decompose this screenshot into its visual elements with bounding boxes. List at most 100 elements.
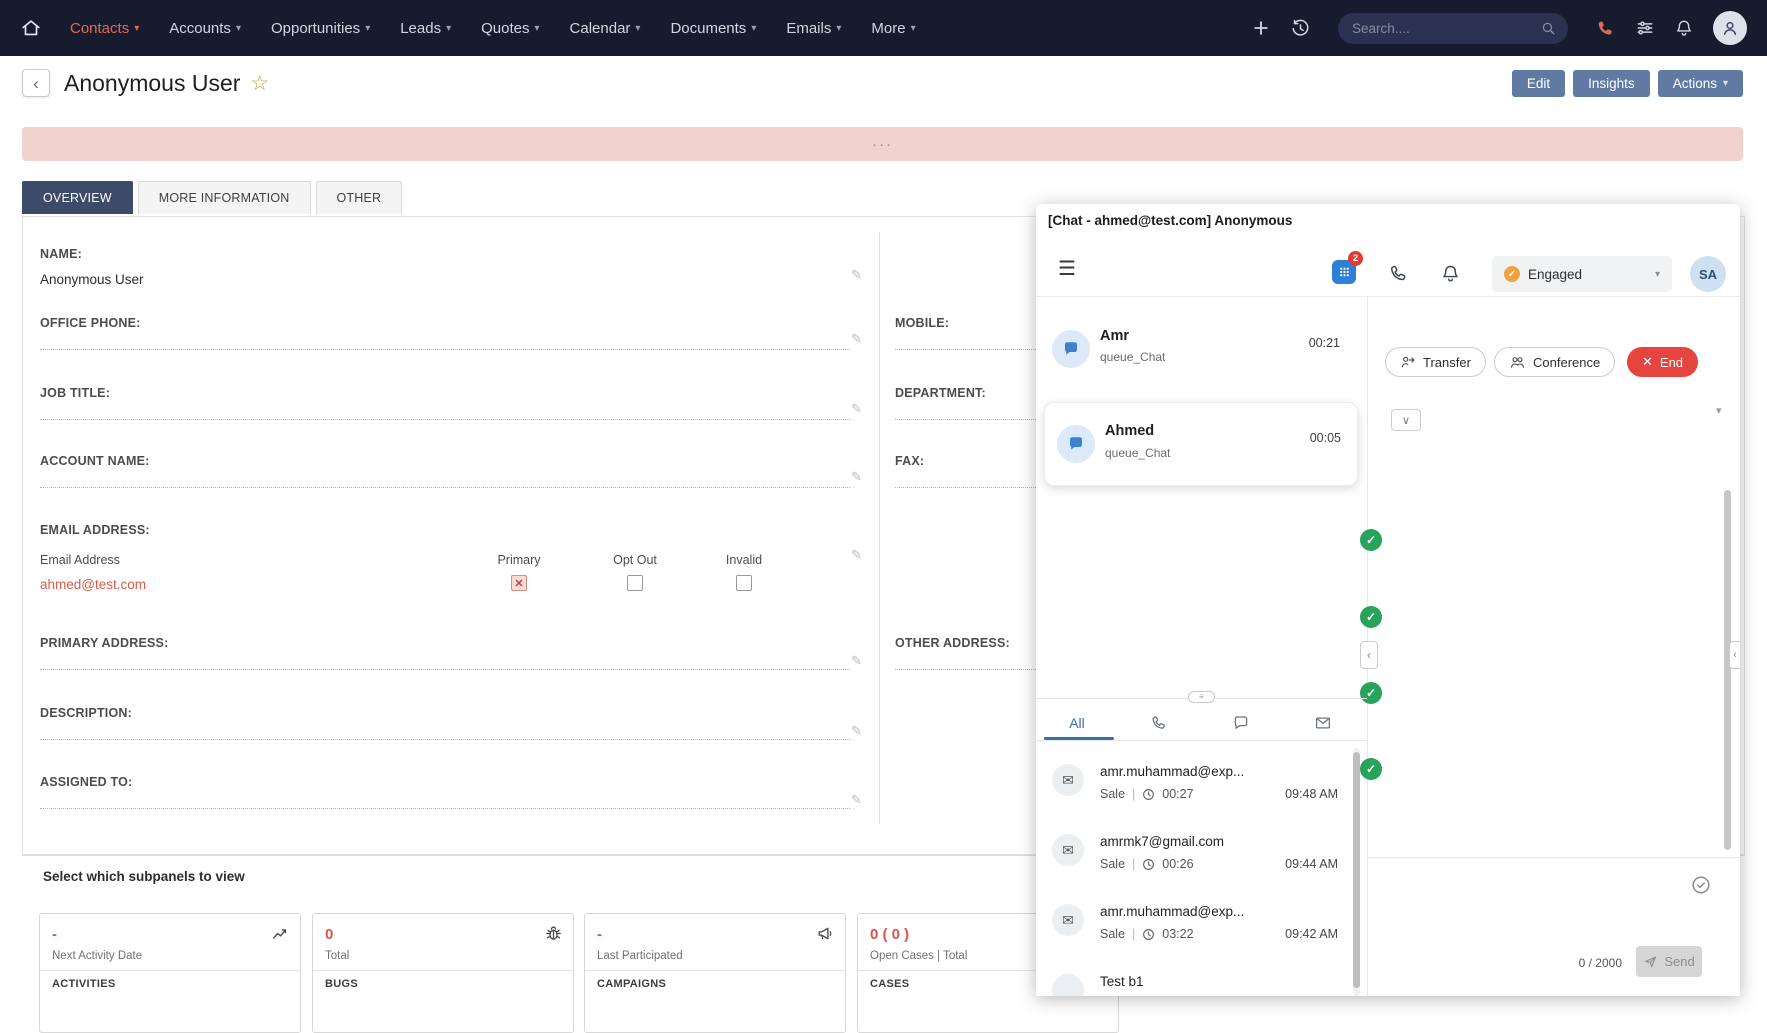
check-glyph: ✓ (1366, 610, 1376, 624)
user-avatar[interactable] (1713, 11, 1747, 45)
collapse-left-handle[interactable]: ‹ (1360, 641, 1378, 669)
transcript-scrollbar[interactable] (1724, 490, 1731, 850)
phone-icon[interactable] (1388, 263, 1409, 284)
back-chevron-icon: ‹ (33, 75, 39, 92)
chevron-down-icon: ▾ (236, 23, 241, 34)
actions-button[interactable]: Actions▾ (1658, 70, 1743, 97)
pencil-icon[interactable]: ✎ (851, 547, 862, 563)
subpanel-card-activities[interactable]: - Next Activity Date ACTIVITIES (39, 913, 301, 1033)
collapse-right-handle[interactable]: ‹ (1729, 641, 1740, 669)
favorite-star-icon[interactable]: ☆ (250, 71, 269, 96)
nav-right-cluster (1251, 11, 1747, 45)
tab-emails[interactable] (1282, 706, 1364, 740)
conference-button[interactable]: Conference (1494, 347, 1615, 377)
subpanel-card-campaigns[interactable]: - Last Participated CAMPAIGNS (584, 913, 846, 1033)
edit-button[interactable]: Edit (1512, 70, 1565, 97)
primary-email-checkbox[interactable]: ✕ (511, 575, 527, 591)
pencil-icon[interactable]: ✎ (851, 267, 862, 283)
field-label-primary-address: PRIMARY ADDRESS: (40, 636, 168, 650)
tab-chats[interactable] (1200, 706, 1282, 740)
tab-more-information[interactable]: MORE INFORMATION (138, 181, 311, 214)
chat-session-amr[interactable]: Amr queue_Chat 00:21 (1036, 310, 1366, 388)
chat-session-ahmed[interactable]: Ahmed queue_Chat 00:05 (1044, 402, 1358, 486)
message-delivered-icon: ✓ (1360, 606, 1382, 628)
resize-drag-handle[interactable]: ≡ (1188, 691, 1215, 703)
bell-icon[interactable] (1674, 18, 1694, 38)
nav-item-calendar[interactable]: Calendar▾ (570, 20, 641, 37)
agent-avatar[interactable]: SA (1690, 256, 1726, 292)
session-queue: queue_Chat (1100, 350, 1165, 364)
clock-icon (1142, 788, 1155, 801)
field-line (40, 808, 850, 809)
tab-other[interactable]: OTHER (316, 181, 403, 214)
end-button[interactable]: ✕ End (1627, 347, 1698, 377)
chevron-down-icon: ∨ (1402, 414, 1410, 427)
nav-item-contacts[interactable]: Contacts▾ (70, 20, 139, 37)
nav-item-documents[interactable]: Documents▾ (670, 20, 756, 37)
home-icon[interactable] (20, 17, 42, 39)
collapse-chevron-button[interactable]: ∨ (1391, 409, 1421, 431)
list-scrollbar[interactable] (1353, 752, 1360, 988)
clock-icon (1142, 858, 1155, 871)
envelope-icon: ✉ (1052, 834, 1084, 866)
mail-icon (1314, 714, 1332, 732)
composer-divider (1367, 857, 1740, 858)
nav-item-leads[interactable]: Leads▾ (400, 20, 451, 37)
field-label-office-phone: OFFICE PHONE: (40, 316, 141, 330)
interaction-contact: amr.muhammad@exp... (1100, 904, 1244, 919)
nav-item-opportunities[interactable]: Opportunities▾ (271, 20, 370, 37)
interaction-list-item[interactable]: Test b1 (1036, 964, 1352, 996)
invalid-checkbox[interactable] (736, 575, 752, 591)
field-label-department: DEPARTMENT: (895, 386, 986, 400)
tab-calls[interactable] (1118, 706, 1200, 740)
nav-item-accounts[interactable]: Accounts▾ (169, 20, 241, 37)
opt-out-checkbox[interactable] (627, 575, 643, 591)
pencil-icon[interactable]: ✎ (851, 469, 862, 485)
card-divider (313, 970, 573, 971)
scroll-caret-icon: ▾ (1716, 404, 1722, 417)
back-button[interactable]: ‹ (22, 69, 50, 97)
quick-create-plus-icon[interactable] (1251, 18, 1271, 38)
interaction-list-item[interactable]: ✉ amr.muhammad@exp... Sale | 00:27 09:48… (1036, 754, 1352, 824)
pencil-icon[interactable]: ✎ (851, 723, 862, 739)
phone-icon[interactable] (1595, 18, 1616, 39)
send-button[interactable]: Send (1636, 946, 1702, 977)
resolve-check-circle-icon[interactable] (1690, 874, 1712, 896)
envelope-glyph: ✉ (1062, 772, 1074, 789)
interaction-duration: 00:26 (1162, 857, 1193, 871)
nav-item-emails[interactable]: Emails▾ (786, 20, 841, 37)
transfer-button[interactable]: Transfer (1385, 347, 1486, 377)
nav-item-more[interactable]: More▾ (871, 20, 915, 37)
hamburger-menu-icon[interactable]: ☰ (1058, 256, 1076, 281)
conference-label: Conference (1533, 355, 1600, 370)
sliders-icon[interactable] (1635, 18, 1655, 38)
global-search (1338, 13, 1568, 44)
bell-icon[interactable] (1440, 263, 1461, 284)
pencil-icon[interactable]: ✎ (851, 653, 862, 669)
search-icon[interactable] (1540, 20, 1557, 37)
pencil-icon[interactable]: ✎ (851, 401, 862, 417)
tab-overview[interactable]: OVERVIEW (22, 181, 133, 214)
field-line (40, 419, 850, 420)
interaction-list-item[interactable]: ✉ amr.muhammad@exp... Sale | 03:22 09:42… (1036, 894, 1352, 964)
interaction-meta: Sale | 00:26 (1100, 857, 1194, 871)
chevron-down-icon: ▾ (751, 23, 756, 34)
subpanel-card-bugs[interactable]: 0 Total BUGS (312, 913, 574, 1033)
chat-bubble-icon (1052, 330, 1090, 368)
pencil-icon[interactable]: ✎ (851, 792, 862, 808)
chevron-down-icon: ▾ (1723, 78, 1728, 89)
envelope-glyph: ✉ (1062, 912, 1074, 929)
pencil-icon[interactable]: ✎ (851, 331, 862, 347)
agent-status-dropdown[interactable]: ✓ Engaged ▾ (1492, 256, 1672, 292)
field-label-job-title: JOB TITLE: (40, 386, 110, 400)
search-input[interactable] (1338, 13, 1568, 44)
tab-all[interactable]: All (1036, 706, 1118, 740)
email-address-link[interactable]: ahmed@test.com (40, 577, 146, 592)
field-label-other-address: OTHER ADDRESS: (895, 636, 1010, 650)
nav-item-quotes[interactable]: Quotes▾ (481, 20, 539, 37)
insights-button[interactable]: Insights (1573, 70, 1650, 97)
expand-dots-button[interactable]: ··· (872, 136, 893, 153)
interaction-list-item[interactable]: ✉ amrmk7@gmail.com Sale | 00:26 09:44 AM (1036, 824, 1352, 894)
history-icon[interactable] (1290, 18, 1311, 39)
chat-widget: [Chat - ahmed@test.com] Anonymous ☰ 2 ✓ … (1036, 204, 1740, 996)
